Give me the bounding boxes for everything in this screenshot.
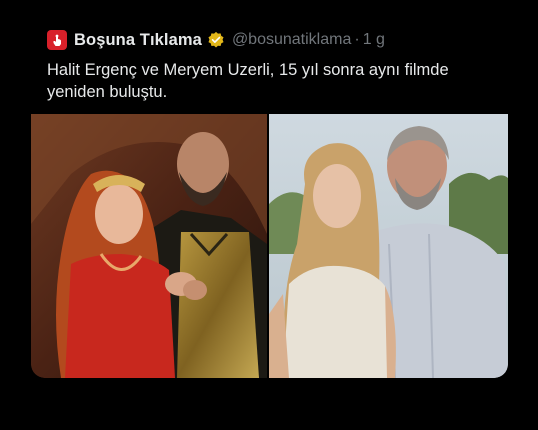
photo-right[interactable]	[269, 114, 508, 378]
photo-right-image	[269, 114, 508, 378]
verified-badge-icon	[208, 31, 224, 48]
cursor-hand-icon	[53, 34, 61, 46]
tweet-header: Boşuna Tıklama @bosunatiklama · 1 g	[47, 29, 385, 51]
tweet-media	[31, 114, 508, 378]
separator-dot: ·	[354, 31, 360, 48]
photo-left-image	[31, 114, 267, 378]
tweet-card[interactable]: Boşuna Tıklama @bosunatiklama · 1 g Hali…	[31, 14, 508, 378]
tweet-text: Halit Ergenç ve Meryem Uzerli, 15 yıl so…	[47, 59, 497, 103]
user-handle[interactable]: @bosunatiklama	[232, 31, 351, 49]
tweet-text-line-2: yeniden buluştu.	[47, 83, 168, 101]
account-avatar[interactable]	[47, 30, 67, 50]
tweet-timestamp[interactable]: 1 g	[363, 31, 385, 49]
photo-left[interactable]	[31, 114, 267, 378]
tweet-text-line-1: Halit Ergenç ve Meryem Uzerli, 15 yıl so…	[47, 61, 449, 79]
display-name[interactable]: Boşuna Tıklama	[74, 31, 202, 50]
